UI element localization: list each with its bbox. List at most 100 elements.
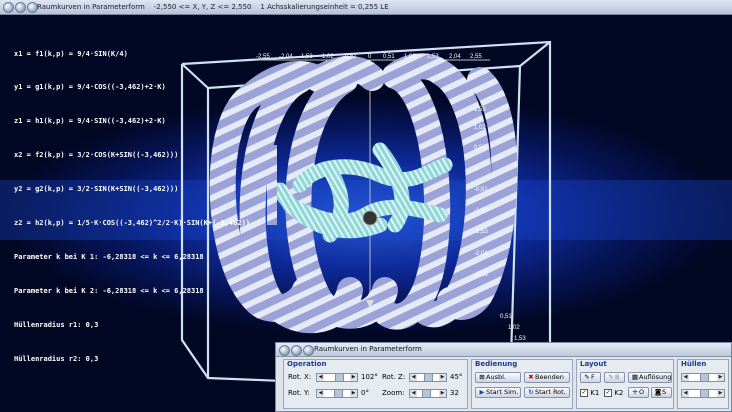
slider-thumb[interactable] (334, 390, 343, 397)
arrow-right-icon[interactable]: ▶ (350, 374, 357, 381)
tick-label: -1,02 (320, 54, 334, 60)
rot-x-value: 102° (361, 373, 378, 381)
hull-radius-2-slider[interactable]: ◀ ▶ (681, 389, 725, 398)
arrow-right-icon[interactable]: ▶ (439, 390, 446, 397)
rot-x-slider[interactable]: ◀ ▶ (316, 373, 358, 382)
arrow-left-icon[interactable]: ◀ (410, 374, 417, 381)
panel-titlebar: Raumkurven in Parameterform (276, 343, 731, 357)
bedienung-title: Bedienung (475, 360, 518, 368)
tick-label: 2,04 (449, 54, 461, 60)
b-button[interactable]: ✎B (604, 372, 625, 383)
window-scale: 1 Achsskalierungseinheit = 0,255 LE (260, 3, 389, 11)
arrow-left-icon[interactable]: ◀ (317, 390, 324, 397)
arrow-left-icon[interactable]: ◀ (682, 390, 689, 397)
hide-button[interactable]: ⊞Ausbl. (475, 372, 521, 383)
quit-button[interactable]: ✖Beenden (524, 372, 570, 383)
hide-button-label: Ausbl. (486, 373, 506, 381)
tick-label: 1,02 (404, 54, 416, 60)
arrow-right-icon[interactable]: ▶ (717, 390, 724, 397)
arrow-left-icon[interactable]: ◀ (410, 390, 417, 397)
rot-y-label: Rot. Y: (288, 389, 310, 397)
formula-line: x2 = f2(k,p) = 3/2·COS(K+SIN((-3,462))) (14, 151, 179, 160)
window-controls (3, 2, 39, 16)
zoom-value: 32 (450, 389, 459, 397)
zoom-slider[interactable]: ◀ ▶ (409, 389, 447, 398)
operation-group: Operation Rot. X: ◀ ▶ 102° Rot. Y: ◀ ▶ 0… (283, 359, 468, 409)
play-icon: ▶ (479, 388, 485, 396)
k2-checkbox[interactable]: ✓ K2 (604, 389, 623, 397)
tick-label: 0,51 (474, 145, 486, 151)
resolution-button[interactable]: ▦Auflösung (628, 372, 672, 383)
arrow-right-icon[interactable]: ▶ (717, 374, 724, 381)
start-sim-button[interactable]: ▶ Start Sim. (475, 387, 521, 398)
huellen-title: Hüllen (681, 360, 707, 368)
hull-radius-1-slider[interactable]: ◀ ▶ (681, 373, 725, 382)
zoom-label: Zoom: (382, 389, 405, 397)
layout-title: Layout (580, 360, 607, 368)
panel-minimize-icon[interactable] (291, 345, 302, 356)
checkbox-checked-icon: ✓ (604, 389, 612, 397)
rot-z-value: 45° (450, 373, 463, 381)
tick-label: -0,51 (343, 54, 357, 60)
window-close-icon[interactable] (3, 2, 14, 13)
k1-label: K1 (590, 389, 600, 397)
arrow-left-icon[interactable]: ◀ (317, 374, 324, 381)
formula-line: Parameter k bei K 2: -6,28318 <= k <= 6,… (14, 286, 204, 295)
rot-y-slider[interactable]: ◀ ▶ (316, 389, 358, 398)
arrow-right-icon[interactable]: ▶ (350, 390, 357, 397)
b-button-label: B (615, 373, 620, 381)
tick-label: -2,04 (279, 54, 293, 60)
tick-label: -1,02 (474, 208, 488, 214)
rot-z-slider[interactable]: ◀ ▶ (409, 373, 447, 382)
tick-label: -2,04 (474, 251, 488, 257)
start-rot-button[interactable]: ↻Start Rot. (524, 387, 570, 398)
bedienung-group: Bedienung ⊞Ausbl. ✖Beenden ▶ Start Sim. ↻… (471, 359, 573, 409)
save-icon: ◙ (654, 388, 662, 396)
tick-label: 1,53 (427, 54, 439, 60)
huellen-group: Hüllen ◀ ▶ ◀ ▶ (677, 359, 729, 409)
tick-label: 0 (474, 167, 478, 173)
tick-label: 2,55 (470, 54, 482, 60)
tick-label: -1,53 (299, 54, 313, 60)
panel-maximize-icon[interactable] (303, 345, 314, 356)
checkbox-checked-icon: ✓ (580, 389, 588, 397)
panel-title: Raumkurven in Parameterform (314, 345, 422, 353)
slider-thumb[interactable] (335, 374, 344, 381)
s-button-label: S (662, 388, 667, 396)
k2-label: K2 (614, 389, 624, 397)
f-button-label: F (591, 373, 595, 381)
formula-line: y1 = g1(k,p) = 9/4·COS((-3,462)+2·K) (14, 83, 166, 92)
brush-icon: ✎ (608, 373, 614, 381)
tick-label: -0,51 (474, 187, 488, 193)
layout-group: Layout ✎F ✎B ▦Auflösung ✓ K1 ✓ K2 ✛O ◙S (576, 359, 674, 409)
slider-thumb[interactable] (424, 374, 433, 381)
operation-title: Operation (287, 360, 327, 368)
tick-label: -2,55 (474, 272, 488, 278)
formula-line: Hüllenradius r1: 0,3 (14, 320, 99, 329)
window-title-text: Raumkurven in Parameterform -2,550 <= X,… (37, 0, 389, 14)
tick-label: 1,53 (474, 107, 486, 113)
slider-thumb[interactable] (700, 390, 709, 397)
window-title: Raumkurven in Parameterform (37, 3, 145, 11)
arrow-right-icon[interactable]: ▶ (439, 374, 446, 381)
f-button[interactable]: ✎F (580, 372, 601, 383)
panel-close-icon[interactable] (279, 345, 290, 356)
tick-label: 0,51 (500, 314, 512, 320)
formula-line: Parameter k bei K 1: -6,28318 <= k <= 6,… (14, 252, 204, 261)
grid-icon: ▦ (631, 373, 639, 381)
tick-label: -1,53 (474, 229, 488, 235)
slider-thumb[interactable] (700, 374, 709, 381)
o-button[interactable]: ✛O (628, 387, 649, 398)
k1-checkbox[interactable]: ✓ K1 (580, 389, 599, 397)
arrow-left-icon[interactable]: ◀ (682, 374, 689, 381)
origin-marker (362, 210, 378, 226)
formula-list: x1 = f1(k,p) = 9/4·SIN(K/4) y1 = g1(k,p)… (14, 26, 250, 376)
o-button-label: O (639, 388, 645, 396)
rotate-icon: ↻ (528, 388, 534, 396)
panel-window-controls (279, 345, 315, 358)
window-minimize-icon[interactable] (15, 2, 26, 13)
formula-line: Hüllenradius r2: 0,3 (14, 354, 99, 363)
slider-thumb[interactable] (422, 390, 431, 397)
s-button[interactable]: ◙S (651, 387, 672, 398)
start-sim-label: Start Sim. (486, 388, 519, 396)
